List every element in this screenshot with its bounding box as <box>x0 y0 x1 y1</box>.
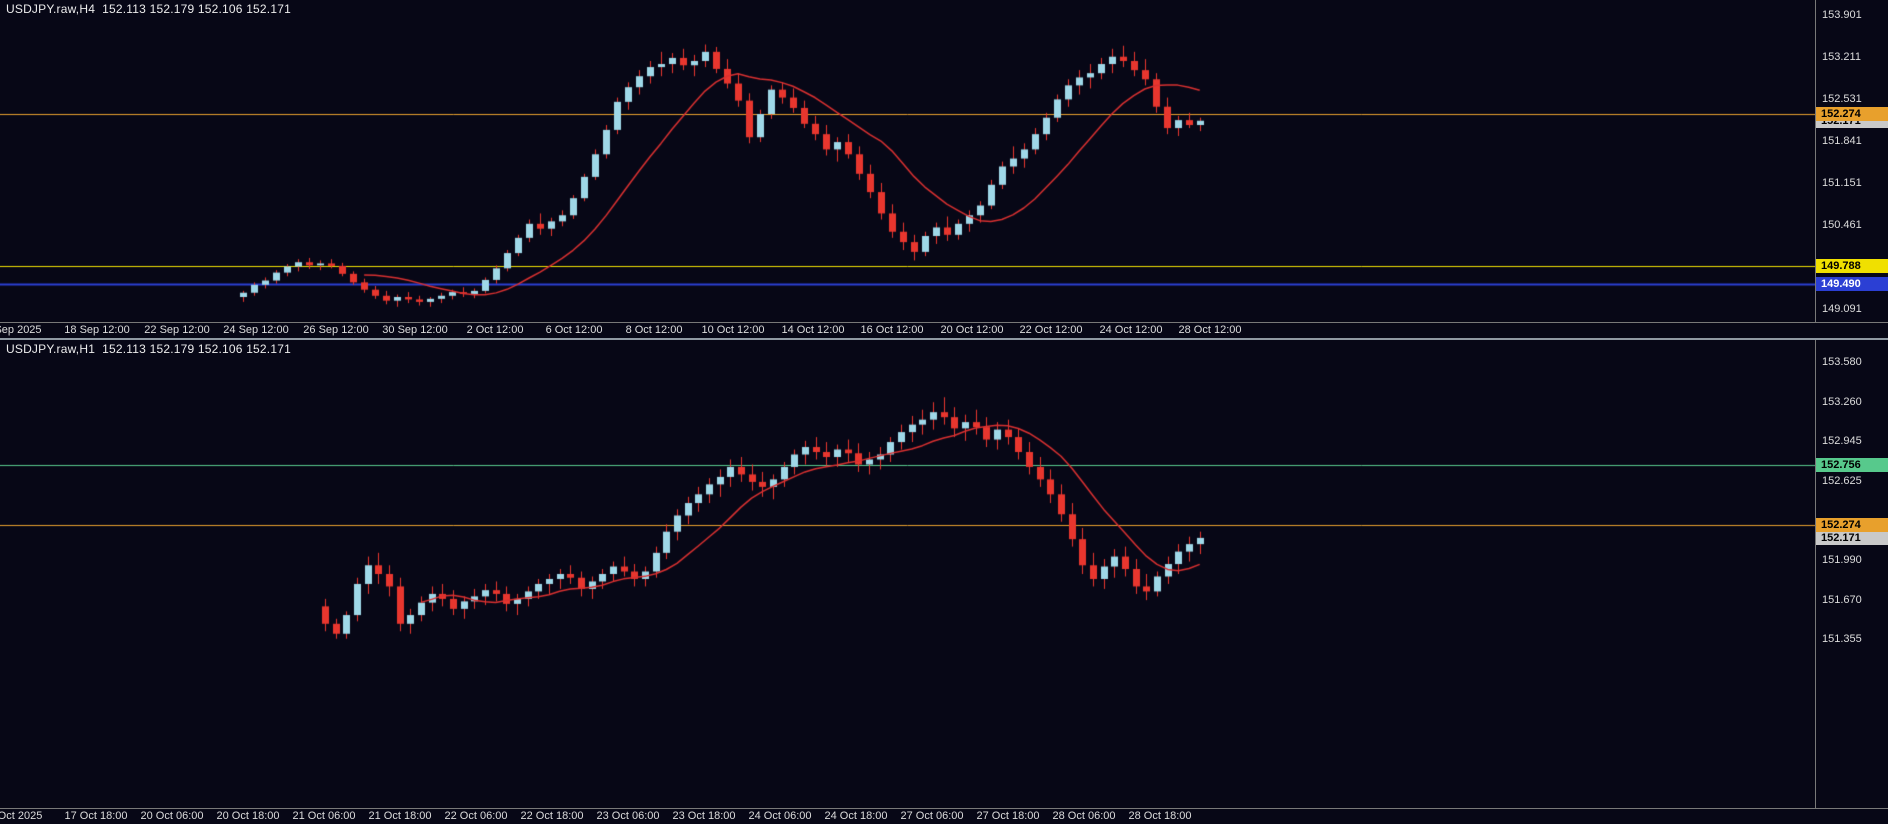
price-label: 152.945 <box>1822 435 1862 448</box>
time-label: 17 Oct 18:00 <box>65 810 128 822</box>
trading-terminal: USDJPY.raw,H4 152.113 152.179 152.106 15… <box>0 0 1888 824</box>
time-label: 28 Oct 06:00 <box>1053 810 1116 822</box>
h4-price-axis[interactable]: 153.901 153.211 152.531 151.841 151.151 150.4… <box>1815 0 1888 322</box>
price-badge: 152.171 <box>1816 531 1888 545</box>
price-label: 152.531 <box>1822 93 1862 106</box>
time-label: 6 Oct 12:00 <box>546 324 603 336</box>
time-label: 21 Oct 18:00 <box>369 810 432 822</box>
time-label: 24 Oct 06:00 <box>749 810 812 822</box>
time-label: 16 Oct 12:00 <box>861 324 924 336</box>
price-label: 153.260 <box>1822 396 1862 409</box>
time-label: 21 Oct 06:00 <box>293 810 356 822</box>
time-label: 2 Oct 12:00 <box>467 324 524 336</box>
time-label: 30 Sep 12:00 <box>382 324 447 336</box>
time-label: 24 Sep 12:00 <box>223 324 288 336</box>
price-badge: 149.788 <box>1816 259 1888 273</box>
time-label: Sep 2025 <box>0 324 42 336</box>
time-label: 23 Oct 18:00 <box>673 810 736 822</box>
time-label: 28 Oct 12:00 <box>1179 324 1242 336</box>
h4-time-axis[interactable]: Sep 2025 18 Sep 12:00 22 Sep 12:00 24 Sep 1… <box>0 322 1888 338</box>
time-label: 24 Oct 12:00 <box>1100 324 1163 336</box>
price-badge: 149.490 <box>1816 277 1888 291</box>
chart-panel-h1: USDJPY.raw,H1 152.113 152.179 152.106 15… <box>0 338 1888 824</box>
price-label: 151.151 <box>1822 177 1862 190</box>
time-label: 27 Oct 18:00 <box>977 810 1040 822</box>
h4-chart-title: USDJPY.raw,H4 152.113 152.179 152.106 15… <box>6 2 291 16</box>
time-label: 20 Oct 12:00 <box>941 324 1004 336</box>
h4-chart-canvas[interactable] <box>0 0 1815 322</box>
price-label: 151.841 <box>1822 135 1862 148</box>
chart-panel-h4: USDJPY.raw,H4 152.113 152.179 152.106 15… <box>0 0 1888 338</box>
price-label: 153.580 <box>1822 356 1862 369</box>
time-label: 22 Oct 18:00 <box>521 810 584 822</box>
time-label: 28 Oct 18:00 <box>1129 810 1192 822</box>
time-label: 24 Oct 18:00 <box>825 810 888 822</box>
price-badge: 152.274 <box>1816 107 1888 121</box>
price-badge: 152.756 <box>1816 458 1888 472</box>
h4-chart-area: USDJPY.raw,H4 152.113 152.179 152.106 15… <box>0 0 1815 322</box>
price-label: 153.211 <box>1822 51 1861 64</box>
price-badge: 152.274 <box>1816 518 1888 532</box>
time-label: 22 Sep 12:00 <box>144 324 209 336</box>
price-label: 151.990 <box>1822 554 1862 567</box>
time-label: 20 Oct 18:00 <box>217 810 280 822</box>
h1-chart-title: USDJPY.raw,H1 152.113 152.179 152.106 15… <box>6 342 291 356</box>
time-label: 14 Oct 12:00 <box>782 324 845 336</box>
price-label: 151.355 <box>1822 633 1862 646</box>
price-label: 150.461 <box>1822 219 1862 232</box>
h1-chart-area: USDJPY.raw,H1 152.113 152.179 152.106 15… <box>0 340 1815 808</box>
time-label: 22 Oct 06:00 <box>445 810 508 822</box>
price-label: 152.625 <box>1822 475 1862 488</box>
time-label: 8 Oct 12:00 <box>626 324 683 336</box>
h1-price-axis[interactable]: 153.580 153.260 152.945 152.625 151.990 151.6… <box>1815 340 1888 808</box>
time-label: 22 Oct 12:00 <box>1020 324 1083 336</box>
time-label: 27 Oct 06:00 <box>901 810 964 822</box>
time-label: 18 Sep 12:00 <box>64 324 129 336</box>
time-label: 20 Oct 06:00 <box>141 810 204 822</box>
time-label: 10 Oct 12:00 <box>702 324 765 336</box>
h1-time-axis[interactable]: Oct 2025 17 Oct 18:00 20 Oct 06:00 20 Oct 1… <box>0 808 1888 824</box>
h1-chart-canvas[interactable] <box>0 340 1815 808</box>
price-label: 149.091 <box>1822 303 1862 316</box>
price-label: 153.901 <box>1822 9 1862 22</box>
time-label: Oct 2025 <box>0 810 42 822</box>
time-label: 23 Oct 06:00 <box>597 810 660 822</box>
time-label: 26 Sep 12:00 <box>303 324 368 336</box>
price-label: 151.670 <box>1822 594 1862 607</box>
